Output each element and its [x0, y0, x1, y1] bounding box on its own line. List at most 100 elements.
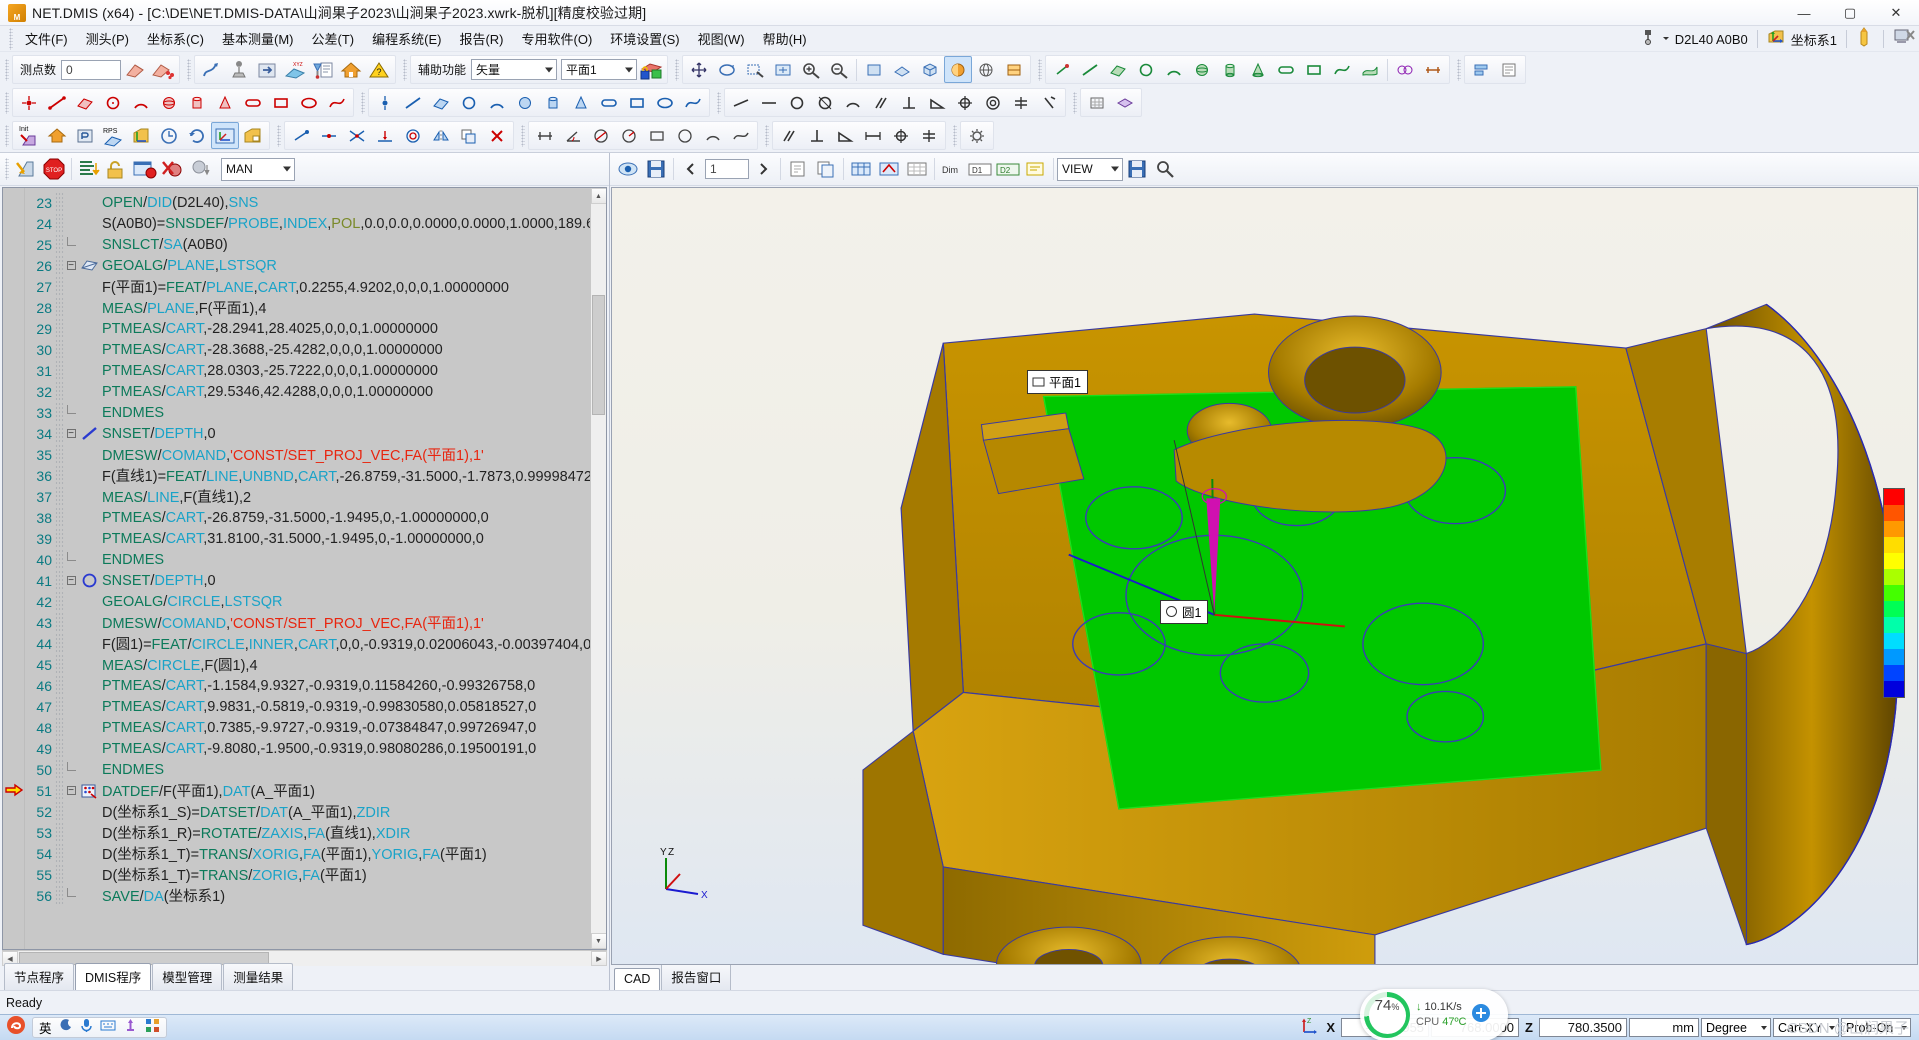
- minimize-button[interactable]: —: [1781, 0, 1827, 26]
- cad-rect-icon[interactable]: [623, 89, 651, 116]
- code-line[interactable]: 30 PTMEAS/CART,-28.3688,-25.4282,0,0,0,1.…: [25, 339, 590, 360]
- surface-feature-icon[interactable]: [1356, 56, 1384, 83]
- cad-cylinder-icon[interactable]: [539, 89, 567, 116]
- tab-node-program[interactable]: 节点程序: [4, 963, 75, 990]
- cad-circle-icon[interactable]: [455, 89, 483, 116]
- arc-feature-icon[interactable]: [1160, 56, 1188, 83]
- toolbar-grip[interactable]: [521, 124, 525, 147]
- dim1-icon[interactable]: D1: [966, 156, 994, 183]
- code-line[interactable]: 46 PTMEAS/CART,-1.1584,9.9327,-0.9319,0.1…: [25, 675, 590, 696]
- wireframe-view-icon[interactable]: [972, 56, 1000, 83]
- maximize-button[interactable]: ▢: [1827, 0, 1873, 26]
- construct-project-icon[interactable]: [371, 122, 399, 149]
- zoom-out-icon[interactable]: [825, 56, 853, 83]
- cad-ellipse-icon[interactable]: [651, 89, 679, 116]
- point-feature-icon[interactable]: [1048, 56, 1076, 83]
- toolbar-grip[interactable]: [717, 91, 721, 114]
- code-scroll-area[interactable]: 23 OPEN/DID(D2L40),SNS 24 S(A0B0)=SNSDEF/PR…: [25, 188, 590, 949]
- search-view-icon[interactable]: [1151, 156, 1179, 183]
- code-line[interactable]: 44 F(圆1)=FEAT/CIRCLE,INNER,CART,0,0,-0.93…: [25, 633, 590, 654]
- toolbar-grip[interactable]: [765, 124, 769, 147]
- grid-icon[interactable]: [1083, 89, 1111, 116]
- menu-item-help[interactable]: 帮助(H): [754, 26, 816, 51]
- aux-feature-select[interactable]: 平面1: [561, 59, 638, 80]
- toolbar-grip[interactable]: [5, 124, 9, 147]
- save-model-icon[interactable]: [642, 156, 670, 183]
- cad-plane-icon[interactable]: [427, 89, 455, 116]
- joystick-icon[interactable]: [225, 56, 253, 83]
- construct-point-icon[interactable]: [287, 122, 315, 149]
- annotation-plane-tag[interactable]: 平面1: [1027, 370, 1088, 394]
- construct-offset-icon[interactable]: [399, 122, 427, 149]
- dim-angle-icon[interactable]: [559, 122, 587, 149]
- measure-ellipse-icon[interactable]: [295, 89, 323, 116]
- tab-report-window[interactable]: 报告窗口: [661, 963, 732, 990]
- clear-breakpoints-icon[interactable]: [159, 156, 187, 183]
- init-icon[interactable]: Init: [15, 122, 43, 149]
- menu-item-coordinate-system[interactable]: 坐标系(C): [138, 26, 213, 51]
- home-icon[interactable]: [337, 56, 365, 83]
- pencil-icon[interactable]: [1856, 26, 1874, 52]
- menu-item-view[interactable]: 视图(W): [689, 26, 754, 51]
- menu-item-report[interactable]: 报告(R): [450, 26, 512, 51]
- tolerance-profile-icon[interactable]: [839, 89, 867, 116]
- measure-cylinder-icon[interactable]: [183, 89, 211, 116]
- erase-all-points-icon[interactable]: [149, 56, 177, 83]
- toolbar-grip[interactable]: [361, 91, 365, 114]
- sphere-feature-icon[interactable]: [1188, 56, 1216, 83]
- curve-feature-icon[interactable]: [1328, 56, 1356, 83]
- code-line[interactable]: 51 − DATDEF/F(平面1),DAT(A_平面1): [25, 780, 590, 801]
- toolbar-grip[interactable]: [403, 58, 408, 81]
- grid-overlay-icon[interactable]: [903, 156, 931, 183]
- code-line[interactable]: 49 PTMEAS/CART,-9.8080,-1.9500,-0.9319,0.…: [25, 738, 590, 759]
- fold-toggle-icon[interactable]: −: [64, 428, 78, 439]
- new-page-icon[interactable]: [784, 156, 812, 183]
- code-line[interactable]: 35 DMESW/COMAND,'CONST/SET_PROJ_VEC,FA(平面…: [25, 444, 590, 465]
- construct-midpoint-icon[interactable]: [315, 122, 343, 149]
- code-line[interactable]: 55 D(坐标系1_T)=TRANS/ZORIG,FA(平面1): [25, 864, 590, 885]
- cylinder-feature-icon[interactable]: [1216, 56, 1244, 83]
- tolerance-runout-icon[interactable]: [1035, 89, 1063, 116]
- tolerance-parallelism-icon[interactable]: [867, 89, 895, 116]
- layers-icon[interactable]: [1111, 89, 1139, 116]
- step-execute-icon[interactable]: [75, 156, 103, 183]
- cad-sphere-icon[interactable]: [511, 89, 539, 116]
- close-window-icon[interactable]: [1893, 27, 1915, 52]
- slot-feature-icon[interactable]: [1272, 56, 1300, 83]
- view-top-icon[interactable]: [888, 56, 916, 83]
- construct-intersect-icon[interactable]: [343, 122, 371, 149]
- tolerance-symmetry-icon[interactable]: [1007, 89, 1035, 116]
- dim-radius-icon[interactable]: [615, 122, 643, 149]
- construct-mirror-icon[interactable]: [427, 122, 455, 149]
- code-line[interactable]: 45 MEAS/CIRCLE,F(圆1),4: [25, 654, 590, 675]
- lock-feature-icon[interactable]: [637, 56, 665, 83]
- construct-icon[interactable]: [1391, 56, 1419, 83]
- code-line[interactable]: 56 SAVE/DA(坐标系1): [25, 885, 590, 906]
- measure-slot-icon[interactable]: [239, 89, 267, 116]
- toolbar-grip[interactable]: [1073, 91, 1077, 114]
- refresh-coordinate-icon[interactable]: [183, 122, 211, 149]
- toolbar-grip[interactable]: [5, 58, 9, 81]
- note-icon[interactable]: [1022, 156, 1050, 183]
- code-line[interactable]: 36 F(直线1)=FEAT/LINE,UNBND,CART,-26.8759,-…: [25, 465, 590, 486]
- apps-grid-icon[interactable]: [145, 1018, 160, 1038]
- code-line[interactable]: 26 − GEOALG/PLANE,LSTSQR: [25, 255, 590, 276]
- tolerance-cylindricity-icon[interactable]: [811, 89, 839, 116]
- menu-item-basic-measure[interactable]: 基本测量(M): [213, 26, 303, 51]
- park-icon[interactable]: [71, 122, 99, 149]
- menu-item-tolerance[interactable]: 公差(T): [303, 26, 364, 51]
- view-iso-icon[interactable]: [916, 56, 944, 83]
- gdt-angle-icon[interactable]: [831, 122, 859, 149]
- toolbar-grip[interactable]: [1457, 58, 1462, 81]
- cad-viewport[interactable]: 平面1 圆1 Y Z X: [611, 187, 1918, 965]
- toolbox-icon[interactable]: [123, 1018, 138, 1038]
- cone-feature-icon[interactable]: [1244, 56, 1272, 83]
- toolbar-grip[interactable]: [1038, 58, 1043, 81]
- probe-head-icon[interactable]: [1639, 28, 1657, 51]
- expand-monitor-icon[interactable]: [1471, 1003, 1491, 1028]
- measure-point-icon[interactable]: [15, 89, 43, 116]
- code-line[interactable]: 25 SNSLCT/SA(A0B0): [25, 234, 590, 255]
- align-icon[interactable]: [1467, 56, 1495, 83]
- code-line[interactable]: 39 PTMEAS/CART,31.8100,-31.5000,-1.9495,0…: [25, 528, 590, 549]
- code-line[interactable]: 23 OPEN/DID(D2L40),SNS: [25, 192, 590, 213]
